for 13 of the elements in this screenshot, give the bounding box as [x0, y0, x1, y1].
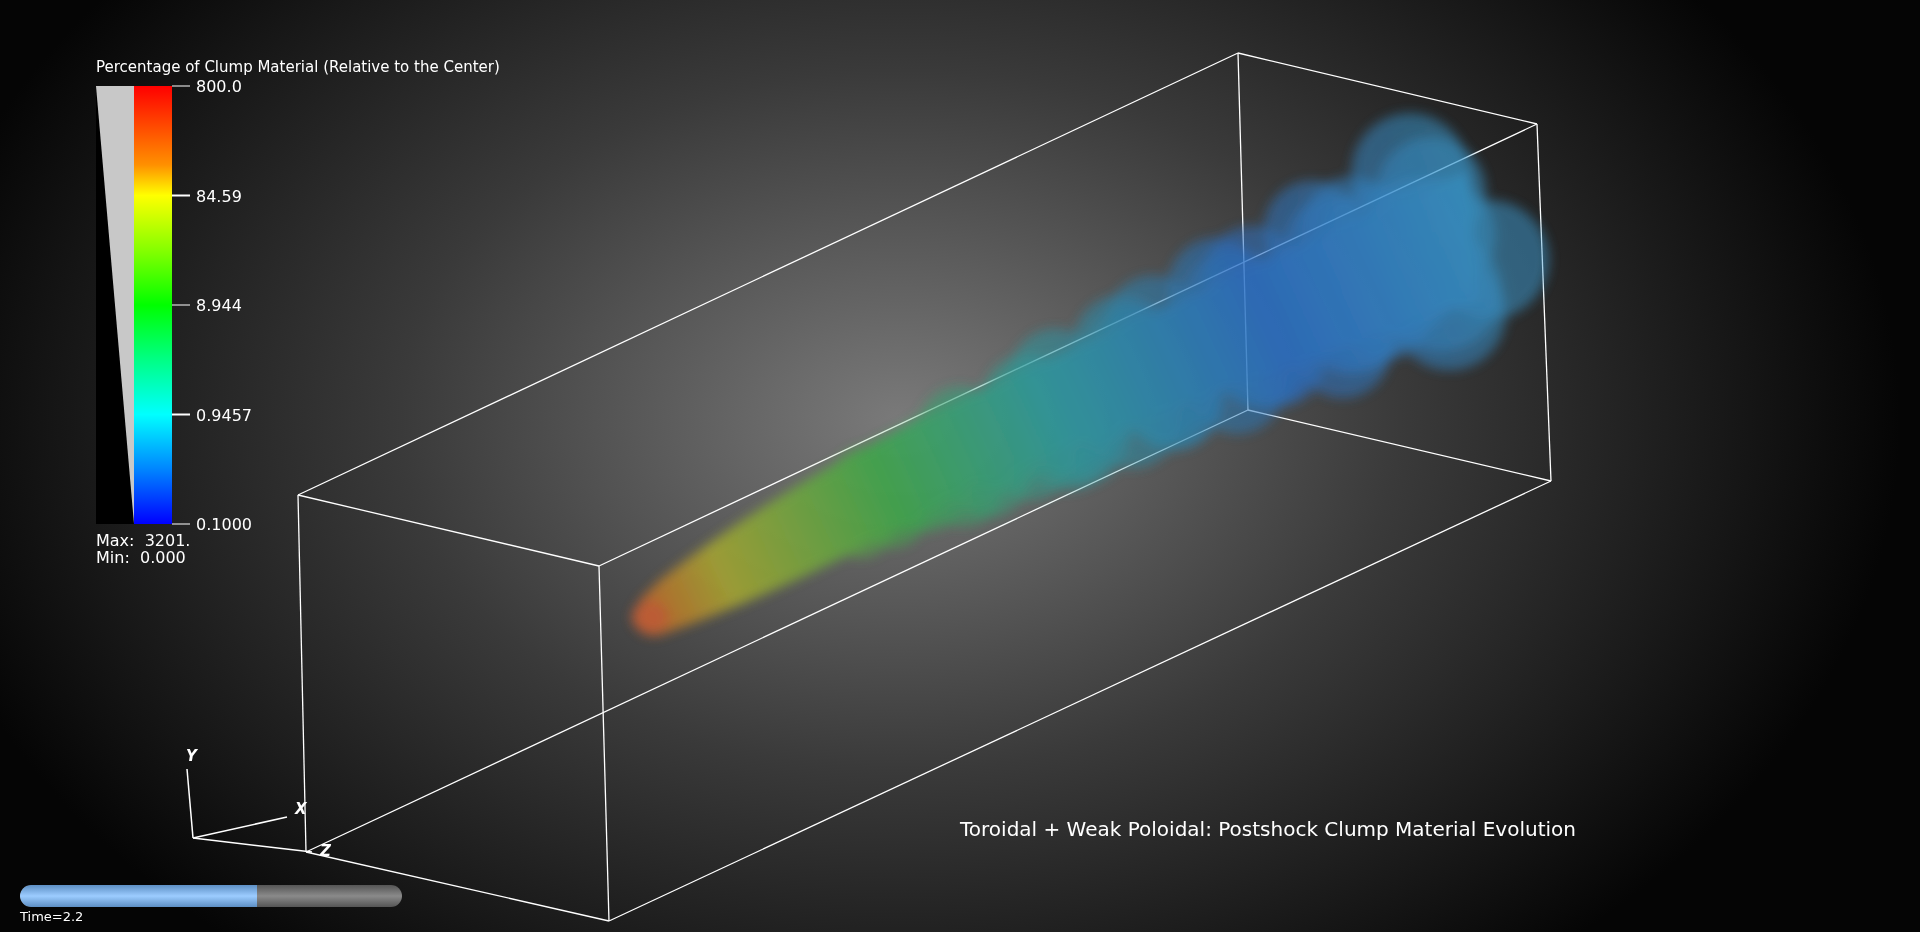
plot-caption: Toroidal + Weak Poloidal: Postshock Clump Material Evolution [960, 817, 1576, 841]
time-slider[interactable] [20, 885, 402, 907]
max-value: Max: 3201. [96, 532, 192, 549]
tick-label: 8.944 [196, 295, 242, 315]
tick-label: 84.59 [196, 186, 242, 205]
tick-label: 800.0 [196, 76, 242, 96]
tick-label: 0.1000 [196, 514, 252, 534]
axis-label: Y [186, 747, 197, 765]
tick-label: 0.9457 [196, 405, 252, 424]
legend-title: Percentage of Clump Material (Relative to the Center) [96, 58, 500, 76]
axis-label: Z [320, 842, 331, 860]
time-label: Time=2.2 [20, 909, 84, 924]
min-value: Min: 0.000 [96, 549, 187, 566]
